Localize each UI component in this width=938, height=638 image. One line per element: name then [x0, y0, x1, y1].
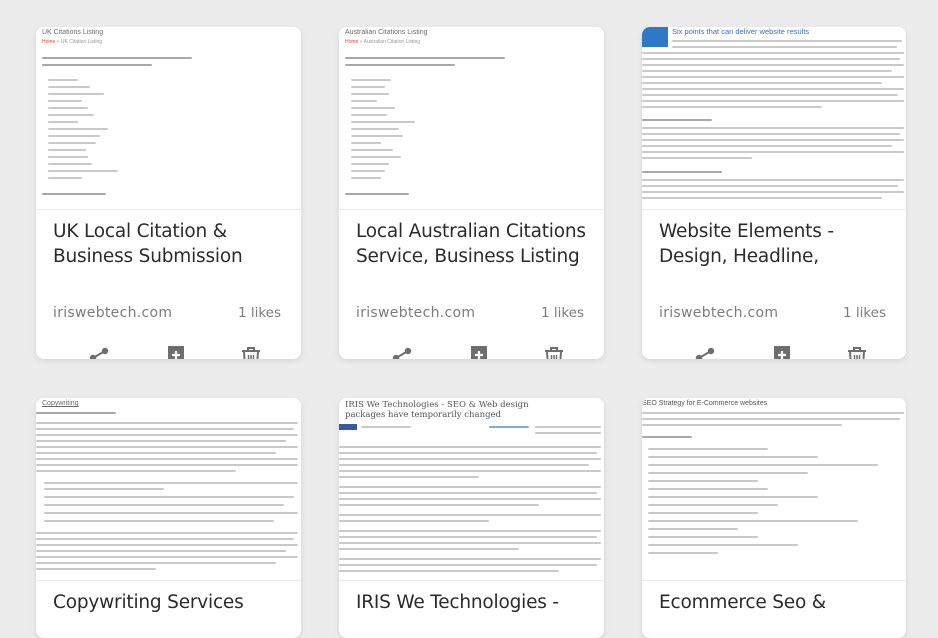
card-title[interactable]: Local Australian Citations Service, Busi…	[356, 219, 596, 269]
share-icon	[89, 347, 109, 359]
content-card[interactable]: SEO Strategy for E-Commerce websites Eco…	[642, 398, 906, 638]
trash-icon	[242, 347, 260, 359]
trash-icon	[545, 347, 563, 359]
bookmark-button[interactable]	[769, 345, 795, 359]
delete-button[interactable]	[844, 345, 870, 359]
card-title[interactable]: Copywriting Services	[53, 590, 293, 615]
bookmark-button[interactable]	[163, 345, 189, 359]
thumbnail-logo	[642, 27, 668, 47]
card-domain[interactable]: iriswebtech.com	[659, 305, 778, 321]
delete-button[interactable]	[541, 345, 567, 359]
card-likes: 1 likes	[842, 305, 886, 321]
card-domain[interactable]: iriswebtech.com	[356, 305, 475, 321]
share-button[interactable]	[692, 345, 718, 359]
thumbnail-title: UK Citations Listing	[42, 29, 104, 36]
card-likes: 1 likes	[540, 305, 584, 321]
card-title[interactable]: Ecommerce Seo &	[659, 590, 899, 615]
card-likes: 1 likes	[237, 305, 281, 321]
bookmark-button[interactable]	[466, 345, 492, 359]
bookmark-add-icon	[774, 346, 790, 359]
thumbnail-title: IRIS We Technologies - SEO & Web design …	[345, 400, 529, 420]
thumbnail-title: Australian Citations Listing	[345, 29, 428, 36]
card-thumbnail[interactable]: IRIS We Technologies - SEO & Web design …	[339, 398, 604, 581]
bookmark-add-icon	[471, 346, 487, 359]
card-domain[interactable]: iriswebtech.com	[53, 305, 172, 321]
card-thumbnail[interactable]: SEO Strategy for E-Commerce websites	[642, 398, 906, 581]
card-thumbnail[interactable]: Australian Citations Listing Home » Aust…	[339, 27, 604, 210]
card-title[interactable]: IRIS We Technologies -	[356, 590, 596, 615]
content-card[interactable]: UK Citations Listing Home » UK Citation …	[36, 27, 301, 359]
thumbnail-breadcrumb: Home » UK Citation Listing	[42, 39, 103, 45]
bookmark-add-icon	[168, 346, 184, 359]
share-icon	[695, 347, 715, 359]
share-button[interactable]	[389, 345, 415, 359]
card-thumbnail[interactable]: Copywriting	[36, 398, 301, 581]
thumbnail-breadcrumb: Home » Australian Citation Listing	[345, 39, 421, 45]
content-card[interactable]: Six points that can deliver website resu…	[642, 27, 906, 359]
thumbnail-title: SEO Strategy for E-Commerce websites	[642, 400, 768, 407]
delete-button[interactable]	[238, 345, 264, 359]
card-thumbnail[interactable]: Six points that can deliver website resu…	[642, 27, 906, 210]
card-thumbnail[interactable]: UK Citations Listing Home » UK Citation …	[36, 27, 301, 210]
content-card[interactable]: Copywriting Copywriting Services	[36, 398, 301, 638]
thumbnail-title: Six points that can deliver website resu…	[672, 27, 810, 36]
trash-icon	[848, 347, 866, 359]
card-title[interactable]: Website Elements - Design, Headline,	[659, 219, 899, 269]
share-button[interactable]	[86, 345, 112, 359]
card-title[interactable]: UK Local Citation & Business Submission	[53, 219, 293, 269]
share-icon	[392, 347, 412, 359]
thumbnail-title: Copywriting	[42, 400, 79, 407]
content-card[interactable]: Australian Citations Listing Home » Aust…	[339, 27, 604, 359]
content-card[interactable]: IRIS We Technologies - SEO & Web design …	[339, 398, 604, 638]
